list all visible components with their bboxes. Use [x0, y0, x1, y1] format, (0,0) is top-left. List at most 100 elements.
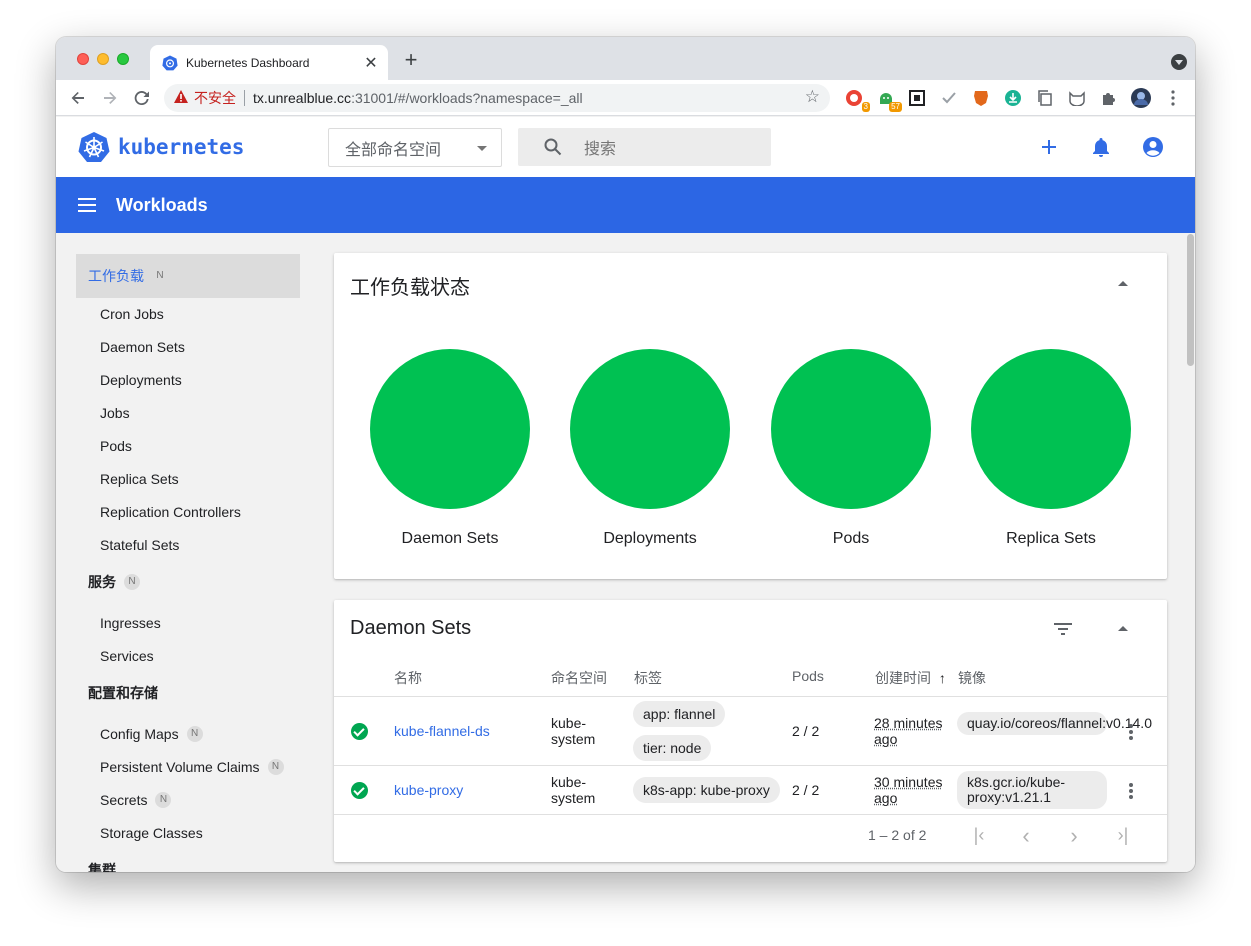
browser-toolbar: 不安全 tx.unrealblue.cc:31001/#/workloads?n… [56, 80, 1195, 116]
row-actions-menu-icon[interactable] [1129, 783, 1133, 799]
first-page-icon[interactable]: |‹ [968, 825, 990, 846]
column-header-name[interactable]: 名称 [394, 668, 422, 688]
collapse-arrow-icon[interactable] [1118, 281, 1128, 286]
notifications-bell-icon[interactable] [1089, 135, 1113, 159]
divider [244, 90, 245, 106]
account-circle-icon[interactable] [1141, 135, 1165, 159]
tab-title: Kubernetes Dashboard [186, 55, 310, 70]
sidebar-group-config-storage[interactable]: 配置和存储 [76, 671, 158, 715]
search-input[interactable]: 搜索 [518, 128, 771, 166]
browser-menu-icon[interactable] [1163, 88, 1183, 108]
browser-tab[interactable]: Kubernetes Dashboard ✕ [150, 45, 388, 80]
scrollbar-thumb[interactable] [1187, 234, 1194, 366]
dropdown-arrow-icon [477, 146, 487, 151]
sidebar-group-label: 工作负载 [88, 268, 144, 284]
daemon-sets-status-chart[interactable] [370, 349, 530, 509]
bookmark-star-icon[interactable]: ☆ [805, 87, 820, 107]
collapse-arrow-icon[interactable] [1118, 626, 1128, 631]
sidebar-item-config-maps[interactable]: Config Maps N [100, 722, 203, 746]
sidebar-item-ingresses[interactable]: Ingresses [100, 611, 161, 635]
forward-icon[interactable] [98, 86, 122, 110]
puzzle-icon[interactable] [1099, 88, 1119, 108]
sidebar-item-jobs[interactable]: Jobs [100, 401, 130, 425]
sidebar-item-secrets[interactable]: Secrets N [100, 788, 172, 812]
label-chip: k8s-app: kube-proxy [633, 777, 780, 803]
address-bar[interactable]: 不安全 tx.unrealblue.cc:31001/#/workloads?n… [164, 84, 830, 112]
pagination-range: 1 – 2 of 2 [868, 827, 927, 843]
sidebar-item-services[interactable]: Services [100, 644, 154, 668]
next-page-icon[interactable]: › [1063, 823, 1085, 849]
url-text[interactable]: tx.unrealblue.cc:31001/#/workloads?names… [253, 90, 583, 106]
sidebar-item-replication-controllers[interactable]: Replication Controllers [100, 500, 241, 524]
sidebar-item-deployments[interactable]: Deployments [100, 368, 182, 392]
sidebar-item-cron-jobs[interactable]: Cron Jobs [100, 302, 164, 326]
previous-page-icon[interactable]: ‹ [1015, 823, 1037, 849]
sidebar-item-pods[interactable]: Pods [100, 434, 132, 458]
url-host: tx.unrealblue.cc [253, 90, 352, 106]
sidebar-item-label: Config Maps [100, 726, 179, 742]
hamburger-menu-icon[interactable] [78, 197, 98, 213]
page-toolbar: Workloads [56, 177, 1195, 233]
filter-icon[interactable] [1054, 622, 1072, 636]
sidebar-item-daemon-sets[interactable]: Daemon Sets [100, 335, 185, 359]
sidebar-group-cluster[interactable]: 集群 [76, 848, 116, 872]
qr-code-icon[interactable] [907, 88, 927, 108]
row-actions-menu-icon[interactable] [1129, 724, 1133, 740]
sidebar-group-workloads[interactable]: 工作负载 N [76, 254, 300, 298]
security-status[interactable]: 不安全 [194, 88, 236, 108]
card-title: Daemon Sets [350, 617, 472, 639]
status-chart-label: Replica Sets [1006, 530, 1096, 547]
warning-icon [174, 90, 188, 106]
new-tab-button[interactable]: + [400, 49, 422, 71]
label-chip: app: flannel [633, 701, 726, 727]
sidebar: 工作负载 N Cron Jobs Daemon Sets Deployments… [56, 233, 318, 872]
copy-icon[interactable] [1035, 88, 1055, 108]
recorder-extension-icon[interactable]: 3 [844, 88, 870, 112]
column-header-created[interactable]: 创建时间 ↑ [875, 668, 946, 688]
check-icon[interactable] [939, 88, 959, 108]
row-divider [334, 696, 1167, 697]
daemon-set-name-link[interactable]: kube-flannel-ds [394, 723, 490, 739]
profile-avatar-icon[interactable] [1131, 88, 1151, 108]
close-tab-icon[interactable]: ✕ [360, 53, 382, 73]
zoom-window-button[interactable] [117, 53, 129, 65]
namespace-select[interactable]: 全部命名空间 [328, 128, 502, 167]
download-icon[interactable] [1003, 88, 1023, 108]
namespaced-badge: N [124, 574, 140, 590]
sort-ascending-icon: ↑ [938, 670, 946, 686]
create-plus-icon[interactable] [1037, 135, 1061, 159]
replica-sets-status-chart[interactable] [971, 349, 1131, 509]
cat-icon[interactable] [1067, 88, 1087, 108]
status-chart-label: Deployments [603, 530, 697, 547]
kubernetes-logo[interactable]: kubernetes [78, 131, 244, 163]
sidebar-group-label: 集群 [88, 862, 116, 872]
namespaced-badge: N [186, 726, 203, 742]
deployments-status-chart[interactable] [570, 349, 730, 509]
sidebar-group-services[interactable]: 服务 N [76, 560, 140, 604]
pods-status-chart[interactable] [771, 349, 931, 509]
brave-lion-icon[interactable] [971, 88, 991, 108]
android-extension-icon[interactable]: 57 [876, 88, 902, 112]
page-title: Workloads [116, 194, 208, 215]
column-header-labels: 标签 [634, 670, 662, 686]
sidebar-item-replica-sets[interactable]: Replica Sets [100, 467, 179, 491]
daemon-set-name-link[interactable]: kube-proxy [394, 782, 463, 798]
close-window-button[interactable] [77, 53, 89, 65]
success-check-icon [351, 782, 368, 799]
back-icon[interactable] [66, 86, 90, 110]
created-time[interactable]: 28 minutes ago [874, 715, 948, 747]
last-page-icon[interactable]: ›| [1112, 825, 1134, 846]
column-header-namespace[interactable]: 命名空间 [551, 668, 607, 688]
minimize-window-button[interactable] [97, 53, 109, 65]
app-header: kubernetes 全部命名空间 搜索 [56, 117, 1195, 177]
created-time[interactable]: 30 minutes ago [874, 774, 948, 806]
extension-badge: 3 [861, 102, 870, 112]
extension-badge: 57 [889, 102, 902, 112]
sidebar-item-persistent-volume-claims[interactable]: Persistent Volume Claims N [100, 755, 284, 779]
browser-window: Kubernetes Dashboard ✕ + 不安全 tx.unrealbl… [56, 37, 1195, 872]
reload-icon[interactable] [130, 86, 154, 110]
tab-search-icon[interactable] [1171, 54, 1187, 70]
sidebar-item-label: Persistent Volume Claims [100, 759, 260, 775]
sidebar-item-storage-classes[interactable]: Storage Classes [100, 821, 203, 845]
sidebar-item-stateful-sets[interactable]: Stateful Sets [100, 533, 179, 557]
